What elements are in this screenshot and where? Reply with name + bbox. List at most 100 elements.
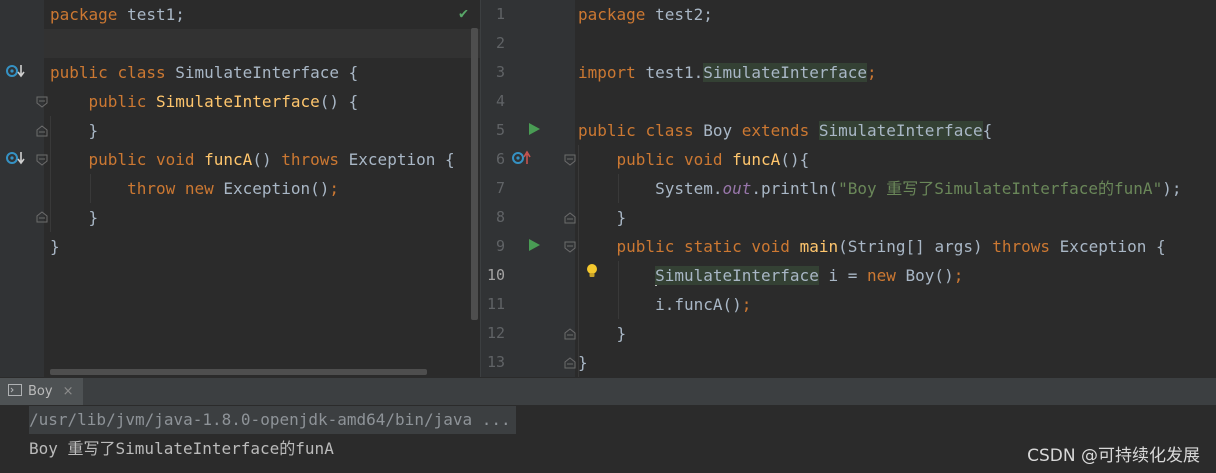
run-gutter-icon[interactable]: [527, 237, 541, 256]
left-editor[interactable]: package test1; public class SimulateInter…: [0, 0, 480, 377]
line-number[interactable]: 7: [481, 174, 505, 203]
run-config-icon: [8, 383, 22, 400]
line-number[interactable]: 3: [481, 58, 505, 87]
fold-marker-icon[interactable]: [36, 125, 48, 137]
fold-marker-icon[interactable]: [564, 328, 576, 340]
close-icon[interactable]: ×: [63, 384, 74, 399]
overriding-method-icon[interactable]: [512, 150, 532, 170]
code-token: ;: [953, 266, 964, 285]
code-line[interactable]: public SimulateInterface() {: [50, 87, 359, 116]
code-line[interactable]: }: [50, 116, 99, 145]
code-token: Boy: [703, 121, 742, 140]
line-number[interactable]: 9: [481, 232, 505, 261]
code-line[interactable]: public class Boy extends SimulateInterfa…: [578, 116, 992, 145]
fold-marker-icon[interactable]: [36, 154, 48, 166]
line-number[interactable]: 10: [481, 261, 505, 290]
code-token: public: [578, 237, 684, 256]
code-token: (): [252, 150, 282, 169]
code-token: ;: [329, 179, 339, 198]
code-line[interactable]: import test1.SimulateInterface;: [578, 58, 877, 87]
line-number[interactable]: 12: [481, 319, 505, 348]
run-tab-label: Boy: [28, 384, 53, 399]
code-token: Boy(): [905, 266, 954, 285]
line-number[interactable]: 1: [481, 0, 505, 29]
code-token: () {: [319, 92, 359, 111]
code-token: void: [751, 237, 800, 256]
fold-marker-icon[interactable]: [564, 357, 576, 369]
line-number[interactable]: 8: [481, 203, 505, 232]
code-token: Exception {: [1059, 237, 1166, 256]
code-line[interactable]: }: [50, 232, 60, 261]
code-line[interactable]: public void funcA() throws Exception {: [50, 145, 455, 174]
code-token: void: [683, 150, 733, 169]
code-token: (){: [780, 150, 810, 169]
code-token: extends: [741, 121, 819, 140]
code-token: .println(: [751, 179, 839, 198]
code-line[interactable]: }: [578, 319, 627, 348]
code-token: }: [50, 208, 99, 227]
code-token: SimulateInterface: [818, 121, 983, 140]
code-token: throws: [992, 237, 1060, 256]
left-horizontal-scrollbar[interactable]: [50, 369, 427, 375]
line-number[interactable]: 13: [481, 348, 505, 377]
code-token: test2;: [655, 5, 713, 24]
left-vertical-scrollbar[interactable]: [471, 28, 478, 320]
code-token: funcA: [732, 150, 781, 169]
console-output-line: Boy 重写了SimulateInterface的funA: [29, 439, 334, 458]
fold-marker-icon[interactable]: [564, 154, 576, 166]
fold-marker-icon[interactable]: [36, 96, 48, 108]
run-gutter-icon[interactable]: [527, 121, 541, 140]
code-token: class: [117, 63, 176, 82]
fold-marker-icon[interactable]: [564, 241, 576, 253]
code-token: SimulateInterface: [655, 266, 819, 285]
code-line[interactable]: SimulateInterface i = new Boy();: [578, 261, 963, 290]
code-line[interactable]: package test2;: [578, 0, 713, 29]
watermark: CSDN @可持续化发展: [1027, 446, 1200, 466]
code-token: {: [982, 121, 993, 140]
code-line[interactable]: }: [50, 203, 99, 232]
code-token: public: [50, 92, 156, 111]
code-token: main: [799, 237, 839, 256]
code-token: public: [50, 150, 156, 169]
indent-guide: [578, 145, 579, 377]
code-token: }: [578, 353, 588, 372]
line-number[interactable]: 11: [481, 290, 505, 319]
console-command-line[interactable]: /usr/lib/jvm/java-1.8.0-openjdk-amd64/bi…: [29, 406, 516, 434]
code-line[interactable]: public class SimulateInterface {: [50, 58, 358, 87]
overridden-method-icon[interactable]: [6, 63, 26, 83]
code-token: System.: [578, 179, 723, 198]
code-line[interactable]: public void funcA(){: [578, 145, 810, 174]
indent-guide: [618, 174, 619, 203]
line-number[interactable]: 5: [481, 116, 505, 145]
code-token: new: [184, 179, 224, 198]
code-token: Exception(): [223, 179, 330, 198]
code-token: ;: [867, 63, 877, 82]
code-line[interactable]: }: [578, 348, 588, 377]
code-line[interactable]: System.out.println("Boy 重写了SimulateInter…: [578, 174, 1181, 203]
code-token: SimulateInterface {: [175, 63, 359, 82]
code-token: }: [578, 208, 627, 227]
fold-marker-icon[interactable]: [564, 212, 576, 224]
overridden-method-icon[interactable]: [6, 150, 26, 170]
code-token: funcA: [204, 150, 253, 169]
code-line[interactable]: package test1;: [50, 0, 185, 29]
code-line[interactable]: public static void main(String[] args) t…: [578, 232, 1166, 261]
right-editor[interactable]: 1 2 3 4 5 6 7 8 9 10 11 12 13 package test2; import t…: [481, 0, 1216, 377]
left-caret-row: [44, 29, 480, 58]
code-line[interactable]: i.funcA();: [578, 290, 751, 319]
run-tool-window-tabbar: Boy ×: [0, 377, 1216, 405]
line-number[interactable]: 2: [481, 29, 505, 58]
fold-marker-icon[interactable]: [36, 211, 48, 223]
code-token: import: [578, 63, 646, 82]
code-token: static: [683, 237, 752, 256]
code-token: void: [155, 150, 205, 169]
code-token: package: [578, 5, 656, 24]
run-tab-boy[interactable]: Boy ×: [0, 378, 84, 405]
code-line[interactable]: throw new Exception();: [50, 174, 339, 203]
code-line[interactable]: }: [578, 203, 627, 232]
check-icon: ✔: [459, 4, 469, 22]
line-number[interactable]: 4: [481, 87, 505, 116]
line-number[interactable]: 6: [481, 145, 505, 174]
left-gutter[interactable]: [0, 0, 44, 377]
intention-bulb-icon[interactable]: [585, 263, 599, 283]
